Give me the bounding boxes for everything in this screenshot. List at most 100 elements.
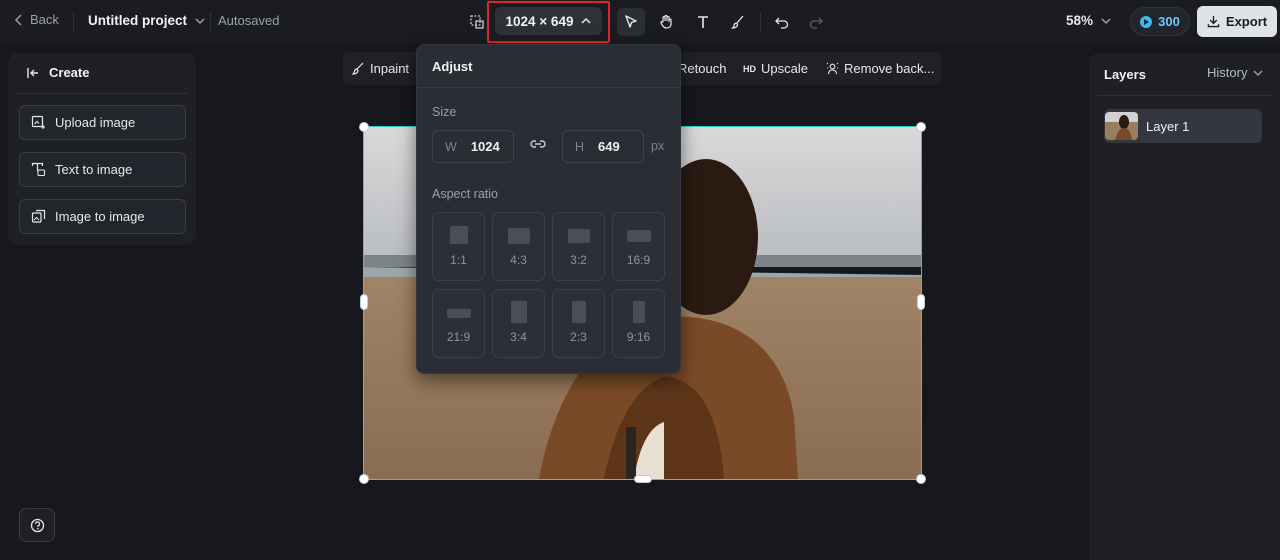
cursor-arrow-icon	[625, 15, 637, 28]
ratio-3-4-button[interactable]: 3:4	[492, 289, 545, 358]
ratio-shape	[633, 301, 645, 323]
project-name-dropdown[interactable]: Untitled project	[88, 13, 205, 28]
export-label: Export	[1225, 14, 1268, 29]
adjust-popup: Adjust Size W 1024 H 649 px Aspect ratio…	[416, 44, 681, 374]
upload-image-icon	[31, 115, 45, 129]
help-button[interactable]	[19, 508, 55, 542]
chevron-up-icon	[581, 17, 591, 24]
inpaint-icon	[352, 62, 364, 75]
brush-icon	[730, 15, 744, 29]
export-button[interactable]: Export	[1197, 6, 1277, 37]
adjust-title: Adjust	[432, 59, 473, 74]
ratio-label: 21:9	[446, 330, 471, 344]
redo-button[interactable]	[802, 8, 830, 36]
tab-layers[interactable]: Layers	[1104, 67, 1146, 82]
text-tool-button[interactable]	[689, 8, 717, 36]
back-button[interactable]: Back	[14, 12, 59, 27]
width-key: W	[445, 139, 457, 154]
resize-handle-bottom[interactable]	[634, 475, 652, 483]
chevron-down-icon	[1101, 17, 1111, 24]
ratio-shape	[450, 226, 468, 244]
back-label: Back	[30, 12, 59, 27]
canvas-size-button[interactable]: 1024 × 649	[495, 7, 602, 35]
retouch-button[interactable]: Retouch	[678, 61, 726, 76]
resize-handle-right[interactable]	[917, 294, 925, 310]
zoom-dropdown[interactable]: 58%	[1066, 13, 1111, 28]
divider	[1097, 95, 1272, 96]
ratio-16-9-button[interactable]: 16:9	[612, 212, 665, 281]
height-input[interactable]: H 649	[562, 130, 644, 163]
ratio-label: 1:1	[450, 253, 467, 267]
create-panel-header[interactable]: Create	[27, 65, 89, 80]
lock-aspect-button[interactable]	[529, 137, 547, 154]
layer-name: Layer 1	[1146, 118, 1190, 134]
brush-tool-button[interactable]	[724, 8, 752, 36]
image-to-image-button[interactable]: Image to image	[19, 199, 186, 234]
ratio-label: 3:2	[570, 253, 587, 267]
undo-button[interactable]	[768, 8, 796, 36]
ratio-2-3-button[interactable]: 2:3	[552, 289, 605, 358]
ratio-1-1-button[interactable]: 1:1	[432, 212, 485, 281]
inpaint-label: Inpaint	[370, 61, 410, 76]
ratio-4-3-button[interactable]: 4:3	[492, 212, 545, 281]
redo-icon	[809, 17, 823, 29]
create-title: Create	[49, 65, 90, 80]
undo-icon	[775, 17, 789, 29]
divider	[417, 87, 680, 88]
ratio-label: 9:16	[626, 330, 651, 344]
select-tool-button[interactable]	[617, 8, 645, 36]
tab-history[interactable]: History	[1207, 65, 1263, 80]
divider	[16, 93, 188, 94]
width-value: 1024	[470, 139, 500, 154]
project-name: Untitled project	[88, 13, 188, 28]
download-icon	[1207, 15, 1220, 28]
resize-handle-bottom-right[interactable]	[916, 474, 926, 484]
history-label: History	[1207, 65, 1248, 80]
text-to-image-icon	[31, 162, 46, 177]
retouch-label: Retouch	[678, 61, 727, 76]
width-input[interactable]: W 1024	[432, 130, 514, 163]
unit-label: px	[651, 139, 665, 153]
aspect-ratio-label: Aspect ratio	[432, 187, 499, 201]
chevron-left-icon	[14, 13, 22, 26]
ratio-label: 4:3	[510, 253, 527, 267]
text-to-image-label: Text to image	[55, 162, 133, 177]
credits-button[interactable]: 300	[1130, 7, 1190, 36]
collapse-left-icon	[27, 67, 38, 78]
text-to-image-button[interactable]: Text to image	[19, 152, 186, 187]
ratio-shape	[511, 301, 527, 323]
layers-panel: Layers History Layer 1	[1089, 53, 1280, 560]
upscale-button[interactable]: HD Upscale	[743, 61, 808, 76]
ratio-label: 2:3	[570, 330, 587, 344]
link-icon	[530, 140, 546, 148]
layer-thumbnail	[1105, 112, 1138, 140]
size-label: Size	[432, 105, 457, 119]
height-key: H	[575, 139, 585, 154]
hand-icon	[660, 14, 672, 29]
ratio-label: 3:4	[510, 330, 527, 344]
ratio-3-2-button[interactable]: 3:2	[552, 212, 605, 281]
resize-handle-top-right[interactable]	[916, 122, 926, 132]
resize-handle-left[interactable]	[360, 294, 368, 310]
autosaved-status: Autosaved	[218, 13, 280, 28]
resize-icon	[470, 15, 484, 29]
zoom-level: 58%	[1066, 13, 1094, 28]
resize-handle-bottom-left[interactable]	[359, 474, 369, 484]
remove-background-button[interactable]: Remove back...	[826, 61, 934, 76]
chevron-down-icon	[1253, 70, 1263, 76]
canvas-size-label: 1024 × 649	[505, 13, 574, 29]
ratio-label: 16:9	[626, 253, 651, 267]
layer-item[interactable]: Layer 1	[1104, 109, 1262, 143]
remove-background-icon	[826, 62, 839, 75]
divider	[210, 12, 211, 32]
ratio-9-16-button[interactable]: 9:16	[612, 289, 665, 358]
credits-count: 300	[1158, 14, 1180, 29]
hand-tool-button[interactable]	[652, 8, 680, 36]
upload-image-label: Upload image	[55, 115, 136, 130]
upload-image-button[interactable]: Upload image	[19, 105, 186, 140]
image-to-image-icon	[31, 209, 46, 223]
resize-handle-top-left[interactable]	[359, 122, 369, 132]
ratio-21-9-button[interactable]: 21:9	[432, 289, 485, 358]
ratio-shape	[572, 301, 586, 323]
inpaint-button[interactable]: Inpaint	[352, 61, 409, 76]
